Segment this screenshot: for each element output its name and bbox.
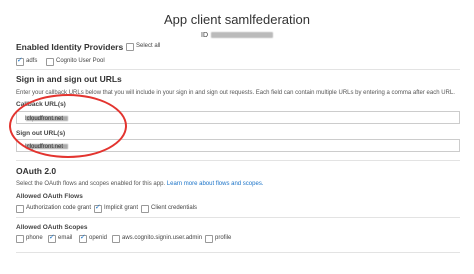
select-all-checkbox[interactable] xyxy=(126,43,134,51)
app-client-id: ID xyxy=(0,32,474,39)
oauth-scopes-label: Allowed OAuth Scopes xyxy=(16,224,88,231)
divider xyxy=(16,252,460,253)
scope-email-label: email xyxy=(58,235,73,241)
flow-authorization-code-checkbox[interactable] xyxy=(16,205,24,213)
redacted-id xyxy=(211,32,273,39)
flow-implicit-grant-label: Implicit grant xyxy=(104,205,139,211)
scope-openid-label: openid xyxy=(89,235,108,241)
oauth-heading: OAuth 2.0 xyxy=(16,166,57,176)
idp-adfs-checkbox[interactable] xyxy=(16,56,24,66)
id-label: ID xyxy=(201,32,208,39)
flow-authorization-code-label: Authorization code grant xyxy=(26,205,92,211)
flow-client-credentials-label: Client credentials xyxy=(151,205,198,211)
divider xyxy=(16,217,460,218)
idp-adfs-label: adfs xyxy=(26,58,38,64)
scope-openid-checkbox[interactable] xyxy=(79,233,87,243)
scope-email-checkbox[interactable] xyxy=(48,233,56,243)
scope-profile-label: profile xyxy=(215,235,232,241)
flow-implicit-grant-checkbox[interactable] xyxy=(94,203,102,213)
annotation-highlight-oval xyxy=(9,94,127,158)
idp-cognito-label: Cognito User Pool xyxy=(56,58,105,64)
oauth-flows-label: Allowed OAuth Flows xyxy=(16,193,83,200)
scope-aws-cognito-admin-label: aws.cognito.signin.user.admin xyxy=(122,235,203,241)
divider xyxy=(16,160,460,161)
idp-cognito-checkbox[interactable] xyxy=(46,58,54,66)
oauth-description: Select the OAuth flows and scopes enable… xyxy=(16,181,264,187)
urls-heading: Sign in and sign out URLs xyxy=(16,74,122,84)
divider xyxy=(16,69,460,70)
scope-phone-checkbox[interactable] xyxy=(16,235,24,243)
flow-client-credentials-checkbox[interactable] xyxy=(141,205,149,213)
select-all-label: Select all xyxy=(136,43,161,49)
oauth-description-text: Select the OAuth flows and scopes enable… xyxy=(16,181,166,187)
page-title: App client samlfederation xyxy=(164,12,310,27)
scope-phone-label: phone xyxy=(26,235,43,241)
scope-profile-checkbox[interactable] xyxy=(205,235,213,243)
learn-more-link[interactable]: Learn more about flows and scopes. xyxy=(167,181,264,187)
scope-aws-cognito-admin-checkbox[interactable] xyxy=(112,235,120,243)
identity-providers-heading: Enabled Identity Providers xyxy=(16,42,124,52)
